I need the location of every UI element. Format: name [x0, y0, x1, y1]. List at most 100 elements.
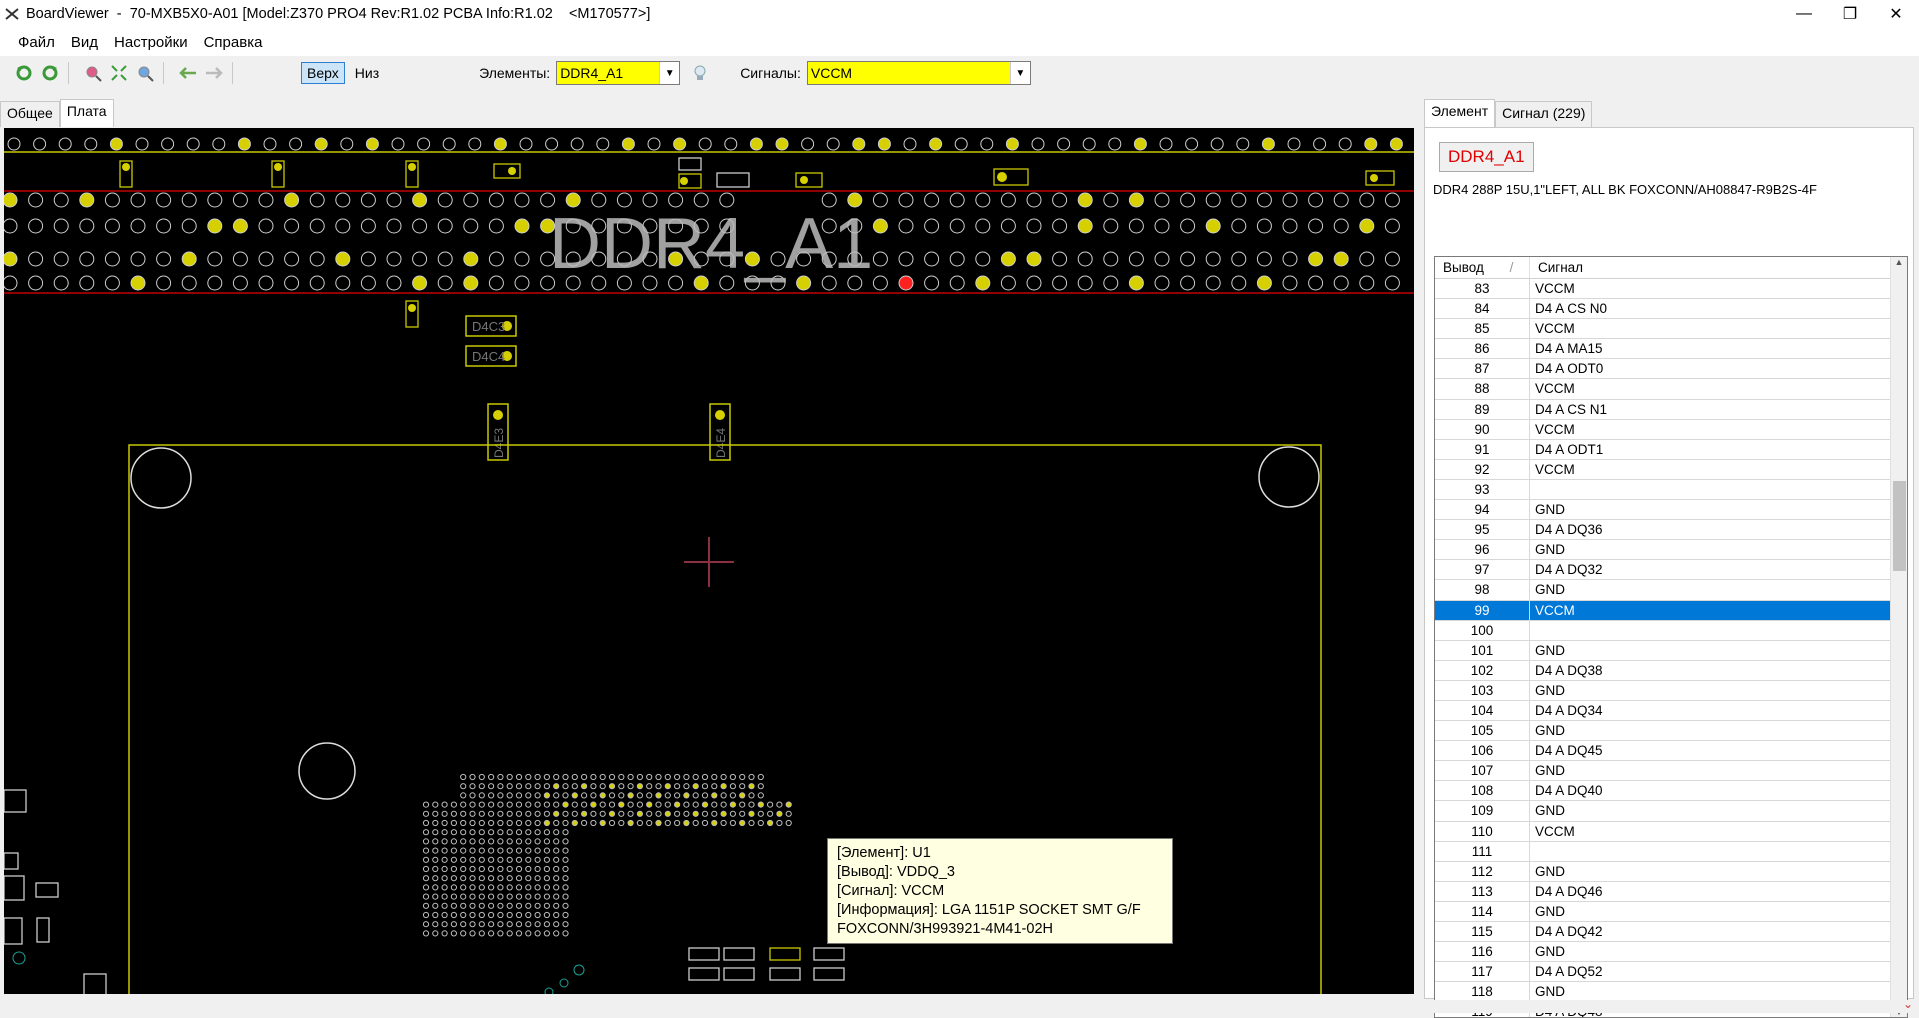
table-row[interactable]: 105 GND [1435, 721, 1907, 742]
pad [441, 893, 448, 900]
component-d4e3[interactable]: D4E3 [487, 403, 509, 461]
component-ref-label: DDR4_A1 [549, 204, 873, 284]
table-row[interactable]: 108 D4 A DQ40 [1435, 781, 1907, 802]
menu-file[interactable]: Файл [18, 34, 55, 51]
table-row[interactable]: 116 GND [1435, 942, 1907, 963]
pad [525, 865, 532, 873]
table-row[interactable]: 101 GND [1435, 640, 1907, 661]
rotate-left-icon[interactable] [14, 63, 34, 83]
table-row[interactable]: 111 [1435, 841, 1907, 862]
signals-combo[interactable]: VCCM ▼ [806, 61, 1031, 85]
table-row[interactable]: 99 VCCM [1435, 600, 1907, 621]
table-row[interactable]: 96 GND [1435, 540, 1907, 561]
elements-combo[interactable]: DDR4_A1 ▼ [556, 61, 681, 85]
rotate-right-icon[interactable] [40, 63, 60, 83]
pad [949, 251, 965, 267]
component-d4c4[interactable]: D4C4 [465, 345, 517, 367]
restore-button[interactable]: ❐ [1827, 0, 1873, 28]
table-row[interactable]: 109 GND [1435, 801, 1907, 822]
pad [1154, 218, 1170, 234]
table-row[interactable]: 88 VCCM [1435, 379, 1907, 400]
component-outline [4, 875, 25, 901]
pad [488, 930, 495, 937]
pcb-view[interactable]: DDR4_A1 D4C3 D4C4 D4E3 D4E4 [4, 128, 1414, 994]
pad [627, 819, 634, 827]
table-row[interactable]: 94 GND [1435, 500, 1907, 521]
menu-help[interactable]: Справка [204, 34, 263, 51]
table-row[interactable]: 104 D4 A DQ34 [1435, 700, 1907, 722]
table-row[interactable]: 92 VCCM [1435, 459, 1907, 480]
lightbulb-icon[interactable] [690, 63, 710, 83]
component-d4e4[interactable]: D4E4 [709, 403, 731, 461]
table-row[interactable]: 113 D4 A DQ46 [1435, 881, 1907, 902]
table-body: 83 VCCM 84 D4 A CS N0 85 VCCM 86 D4 A MA15 87 D4 … [1435, 279, 1907, 1017]
chevron-down-icon[interactable]: ▼ [1009, 62, 1030, 84]
table-row[interactable]: 93 [1435, 479, 1907, 501]
pad [469, 819, 476, 827]
menu-settings[interactable]: Настройки [114, 34, 188, 51]
toolbar: Верх Низ Элементы: DDR4_A1 ▼ Сигналы: VC… [0, 56, 1919, 90]
table-row[interactable]: 100 [1435, 620, 1907, 641]
table-row[interactable]: 103 GND [1435, 680, 1907, 701]
zoom-out-icon[interactable] [135, 63, 155, 83]
table-scrollbar[interactable]: ▲ ▼ [1890, 257, 1907, 1017]
table-row[interactable]: 83 VCCM [1435, 279, 1907, 300]
column-header-signal[interactable]: Сигнал [1530, 257, 1907, 278]
table-row[interactable]: 89 D4 A CS N1 [1435, 399, 1907, 420]
pad [441, 875, 448, 882]
table-row[interactable]: 106 D4 A DQ45 [1435, 741, 1907, 762]
pin-table[interactable]: Вывод / Сигнал 83 VCCM 84 D4 A CS N0 85 VCCM 8… [1434, 256, 1908, 1018]
pad [488, 275, 504, 291]
menu-view[interactable]: Вид [71, 34, 98, 51]
table-row[interactable]: 86 D4 A MA15 [1435, 339, 1907, 360]
close-button[interactable]: ✕ [1873, 0, 1919, 28]
scroll-up-icon[interactable]: ▲ [1891, 257, 1907, 267]
table-row[interactable]: 91 D4 A ODT1 [1435, 439, 1907, 460]
signal-name-cell: VCCM [1535, 823, 1575, 839]
pad [478, 801, 485, 808]
table-row[interactable]: 102 D4 A DQ38 [1435, 660, 1907, 681]
scroll-thumb[interactable] [1893, 481, 1906, 571]
tab-board[interactable]: Плата [59, 99, 114, 127]
table-row[interactable]: 112 GND [1435, 861, 1907, 882]
pad [553, 847, 560, 854]
zoom-in-icon[interactable] [83, 63, 103, 83]
board-canvas[interactable]: DDR4_A1 D4C3 D4C4 D4E3 D4E4 [Элемент]: U… [4, 128, 1414, 994]
table-row[interactable]: 107 GND [1435, 761, 1907, 782]
table-row[interactable]: 115 D4 A DQ42 [1435, 922, 1907, 943]
fit-to-window-icon[interactable] [109, 63, 129, 83]
column-header-pin[interactable]: Вывод / [1435, 257, 1530, 278]
pin-number-cell: 100 [1435, 620, 1530, 640]
table-row[interactable]: 90 VCCM [1435, 419, 1907, 440]
pad [898, 218, 914, 234]
pad [1000, 192, 1016, 208]
table-row[interactable]: 84 D4 A CS N0 [1435, 299, 1907, 320]
pad [872, 218, 888, 234]
tab-signal[interactable]: Сигнал (229) [1495, 101, 1593, 127]
pad [493, 137, 507, 151]
tab-element[interactable]: Элемент [1424, 99, 1496, 127]
pad [422, 921, 430, 928]
pad [478, 819, 485, 827]
table-row[interactable]: 95 D4 A DQ36 [1435, 520, 1907, 541]
forward-arrow-icon[interactable] [204, 63, 224, 83]
table-row[interactable]: 85 VCCM [1435, 319, 1907, 340]
table-row[interactable]: 114 GND [1435, 901, 1907, 922]
table-row[interactable]: 110 VCCM [1435, 821, 1907, 842]
table-row[interactable]: 87 D4 A ODT0 [1435, 359, 1907, 380]
pad [1133, 137, 1147, 151]
pad [701, 783, 709, 790]
table-row[interactable]: 97 D4 A DQ32 [1435, 560, 1907, 581]
table-row[interactable]: 98 GND [1435, 580, 1907, 601]
back-arrow-icon[interactable] [178, 63, 198, 83]
pad [515, 893, 523, 900]
component-d4c3[interactable]: D4C3 [465, 315, 517, 337]
pad [525, 930, 532, 937]
tab-general[interactable]: Общее [0, 101, 60, 127]
table-row[interactable]: 117 D4 A DQ52 [1435, 962, 1907, 983]
side-bottom-button[interactable]: Низ [351, 63, 383, 83]
minimize-button[interactable]: — [1781, 0, 1827, 28]
chevron-down-icon[interactable]: ▼ [659, 62, 680, 84]
pad [757, 783, 764, 790]
side-top-button[interactable]: Верх [301, 62, 345, 84]
